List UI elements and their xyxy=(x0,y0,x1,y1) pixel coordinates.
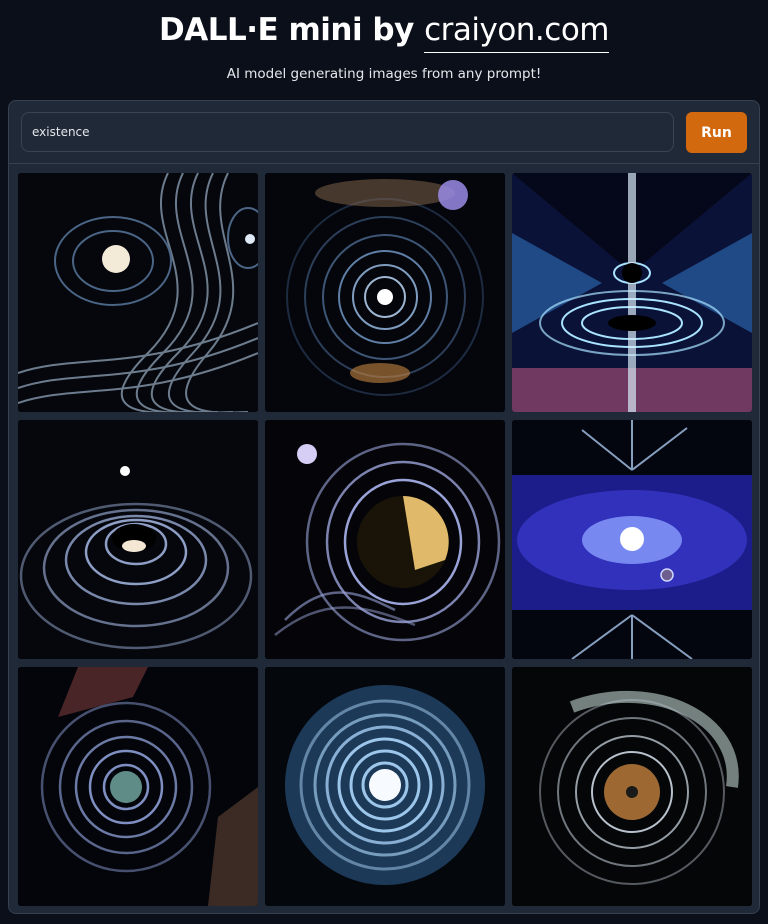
generated-image-9[interactable] xyxy=(512,667,752,906)
craiyon-link[interactable]: craiyon.com xyxy=(424,10,609,53)
prompt-row: Run xyxy=(9,101,759,164)
generated-image-3[interactable] xyxy=(512,173,752,412)
page-title: DALL·E mini by craiyon.com xyxy=(0,10,768,53)
subtitle: AI model generating images from any prom… xyxy=(226,66,542,82)
run-button[interactable]: Run xyxy=(686,112,747,153)
generated-image-2[interactable] xyxy=(265,173,505,412)
prompt-input[interactable] xyxy=(21,112,674,152)
generated-image-8[interactable] xyxy=(265,667,505,906)
generated-image-4[interactable] xyxy=(18,420,258,659)
generated-image-1[interactable] xyxy=(18,173,258,412)
generated-image-7[interactable] xyxy=(18,667,258,906)
title-prefix: DALL·E mini by xyxy=(158,12,414,48)
image-gallery xyxy=(9,164,761,914)
generator-panel: Run xyxy=(8,100,760,914)
generated-image-5[interactable] xyxy=(265,420,505,659)
generated-image-6[interactable] xyxy=(512,420,752,659)
